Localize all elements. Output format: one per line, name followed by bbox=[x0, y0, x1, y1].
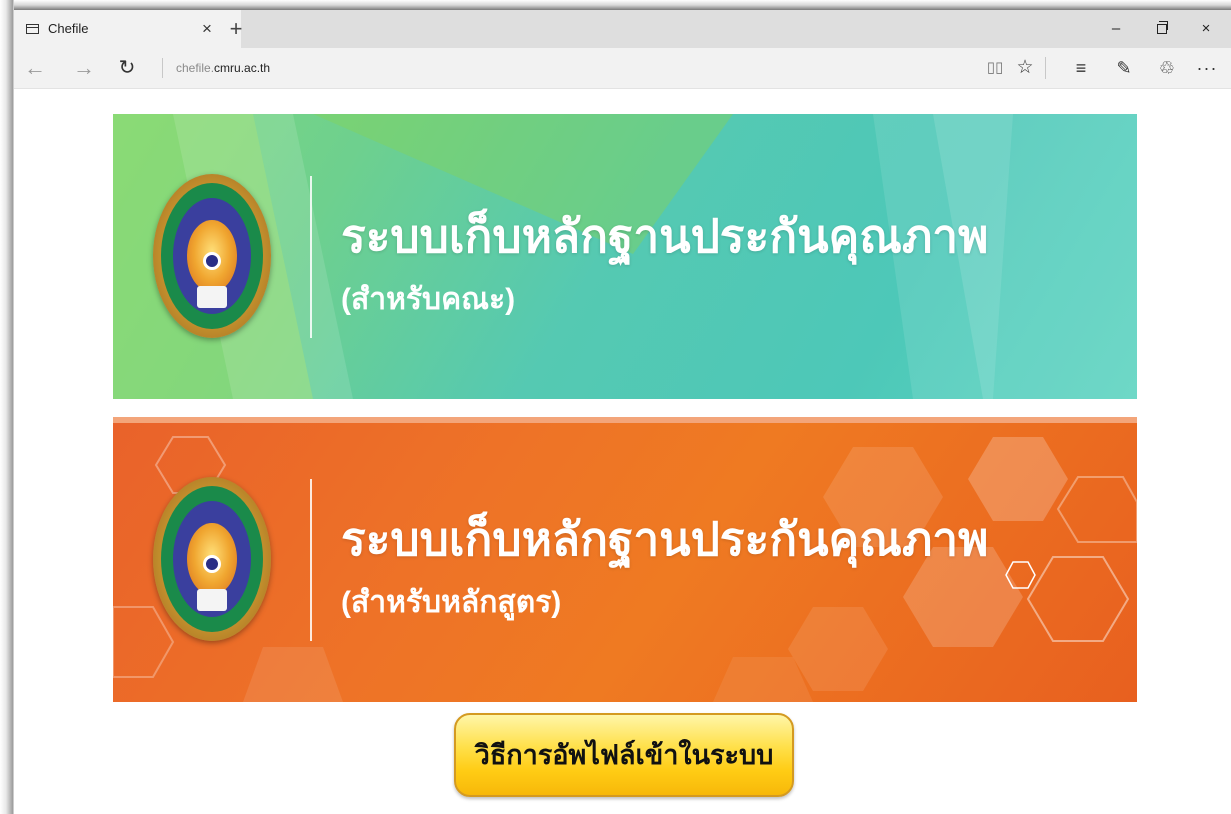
university-seal-icon bbox=[153, 477, 271, 641]
back-button[interactable]: ← bbox=[20, 54, 50, 82]
browser-tab[interactable]: Chefile × bbox=[14, 10, 241, 48]
new-tab-button[interactable]: + bbox=[224, 16, 248, 42]
refresh-button[interactable]: ↻ bbox=[112, 54, 142, 82]
toolbar-divider bbox=[162, 58, 163, 78]
share-icon[interactable]: ♲ bbox=[1152, 54, 1182, 82]
tab-close-icon[interactable]: × bbox=[196, 17, 218, 41]
web-note-icon[interactable]: ✎ bbox=[1109, 54, 1139, 82]
forward-button[interactable]: → bbox=[69, 54, 99, 82]
upload-howto-button[interactable]: วิธีการอัพไฟล์เข้าในระบบ bbox=[454, 713, 794, 797]
tab-title: Chefile bbox=[48, 21, 89, 36]
banner-divider bbox=[310, 479, 312, 641]
favorite-star-icon[interactable]: ☆ bbox=[1010, 54, 1040, 82]
banner-title: ระบบเก็บหลักฐานประกันคุณภาพ bbox=[341, 513, 989, 565]
toolbar-divider bbox=[1045, 57, 1046, 79]
hub-icon[interactable]: ≡ bbox=[1066, 54, 1096, 82]
restore-button[interactable] bbox=[1142, 16, 1182, 42]
banner-subtitle: (สำหรับคณะ) bbox=[341, 283, 516, 316]
curriculum-banner-link[interactable]: ระบบเก็บหลักฐานประกันคุณภาพ (สำหรับหลักส… bbox=[113, 417, 1137, 702]
minimize-button[interactable]: – bbox=[1096, 16, 1136, 42]
window-frame-top bbox=[0, 0, 1231, 10]
address-bar[interactable]: chefile.cmru.ac.th bbox=[176, 61, 270, 75]
close-window-button[interactable]: × bbox=[1186, 16, 1226, 42]
banner-subtitle: (สำหรับหลักสูตร) bbox=[341, 586, 562, 619]
reading-view-icon[interactable]: ▯▯ bbox=[980, 54, 1010, 82]
window-frame-left bbox=[0, 0, 14, 814]
banner-title: ระบบเก็บหลักฐานประกันคุณภาพ bbox=[341, 210, 989, 262]
university-seal-icon bbox=[153, 174, 271, 338]
url-domain: cmru.ac.th bbox=[214, 61, 271, 75]
url-prefix: chefile. bbox=[176, 61, 215, 75]
browser-window: Chefile × + – × ← → ↻ chefile.cmru.ac.th… bbox=[14, 10, 1231, 814]
banner-divider bbox=[310, 176, 312, 338]
page-content: ระบบเก็บหลักฐานประกันคุณภาพ (สำหรับคณะ) bbox=[14, 89, 1231, 814]
address-toolbar: ← → ↻ chefile.cmru.ac.th ▯▯ ☆ ≡ ✎ ♲ ··· bbox=[14, 48, 1231, 89]
tab-strip: Chefile × + – × bbox=[14, 10, 1231, 48]
tab-page-icon bbox=[26, 24, 39, 34]
faculty-banner-link[interactable]: ระบบเก็บหลักฐานประกันคุณภาพ (สำหรับคณะ) bbox=[113, 114, 1137, 399]
more-options-icon[interactable]: ··· bbox=[1192, 54, 1222, 82]
restore-icon bbox=[1157, 21, 1168, 34]
